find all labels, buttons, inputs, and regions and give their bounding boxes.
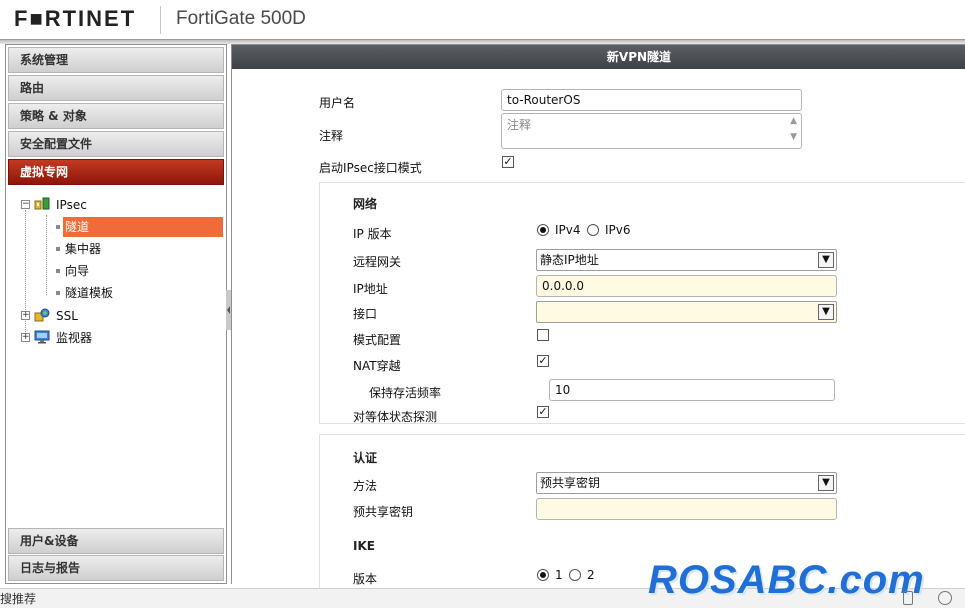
nat-traversal-checkbox[interactable]: ✓ <box>537 355 549 367</box>
expand-monitor-icon[interactable]: + <box>21 333 30 342</box>
chevron-down-icon[interactable]: ▼ <box>818 252 834 268</box>
keepalive-label: 保持存活频率 <box>369 386 442 400</box>
sidebar: 系统管理 路由 策略 & 对象 安全配置文件 虚拟专网 − IPsec 隧道 集… <box>5 44 227 584</box>
header-divider <box>160 6 161 34</box>
nav-log-report[interactable]: 日志与报告 <box>8 555 224 581</box>
mode-config-label: 模式配置 <box>353 333 402 347</box>
header: F■RTINET FortiGate 500D <box>0 0 965 40</box>
remote-gateway-label: 远程网关 <box>353 255 402 269</box>
watermark: ROSABC.com <box>648 558 925 602</box>
ipsec-icon <box>34 197 50 211</box>
ip-address-input[interactable]: 0.0.0.0 <box>536 275 837 297</box>
nav-policy-objects[interactable]: 策略 & 对象 <box>8 103 224 129</box>
network-group: 网络 IP 版本 IPv4 IPv6 远程网关 静态IP地址 ▼ IP地址 0.… <box>319 182 965 424</box>
comment-textarea[interactable]: 注释 ▲ ▼ <box>501 113 802 149</box>
nav-vpn[interactable]: 虚拟专网 <box>8 159 224 185</box>
tree-bullet <box>56 269 60 273</box>
tree-ipsec[interactable]: IPsec <box>56 195 87 215</box>
chevron-down-icon[interactable]: ▼ <box>818 475 834 491</box>
nav-user-device[interactable]: 用户&设备 <box>8 528 224 554</box>
tree-concentrator[interactable]: 集中器 <box>65 239 101 259</box>
chevron-down-icon[interactable]: ▼ <box>818 304 834 320</box>
name-label: 用户名 <box>319 96 356 110</box>
tree-wizard[interactable]: 向导 <box>65 261 89 281</box>
ip-address-label: IP地址 <box>353 282 388 296</box>
tree-bullet <box>56 291 60 295</box>
nav-system[interactable]: 系统管理 <box>8 47 224 73</box>
page-title: 新VPN隧道 <box>232 45 965 69</box>
psk-input[interactable] <box>536 498 837 520</box>
tree-guide <box>25 210 26 340</box>
name-input[interactable]: to-RouterOS <box>501 89 802 111</box>
ipsec-mode-checkbox[interactable]: ✓ <box>502 156 514 168</box>
scroll-down-icon[interactable]: ▼ <box>790 132 797 142</box>
remote-gateway-value: 静态IP地址 <box>540 253 599 267</box>
psk-label: 预共享密钥 <box>353 505 414 519</box>
comment-label: 注释 <box>319 129 344 143</box>
main-panel: 新VPN隧道 用户名 to-RouterOS 注释 注释 ▲ ▼ 启动IPsec… <box>231 44 965 594</box>
ike-v2-label: 2 <box>587 568 595 582</box>
tree-tunnel-templates[interactable]: 隧道模板 <box>65 283 113 303</box>
ipv4-radio[interactable] <box>537 224 549 236</box>
interface-label: 接口 <box>353 307 378 321</box>
ike-version-label: 版本 <box>353 572 378 586</box>
dpd-checkbox[interactable]: ✓ <box>537 406 549 418</box>
app-window: F■RTINET FortiGate 500D 系统管理 路由 策略 & 对象 … <box>0 0 965 608</box>
tree-tunnels[interactable]: 隧道 <box>63 217 223 237</box>
monitor-icon <box>34 330 50 344</box>
ipv4-label: IPv4 <box>555 223 581 237</box>
tree-ssl[interactable]: SSL <box>56 306 78 326</box>
nat-traversal-label: NAT穿越 <box>353 359 401 373</box>
auth-method-select[interactable]: 预共享密钥 ▼ <box>536 472 837 494</box>
ike-v1-radio[interactable] <box>537 569 549 581</box>
tree-guide <box>46 215 47 295</box>
phone-icon[interactable] <box>903 591 913 605</box>
interface-select[interactable]: ▼ <box>536 301 837 323</box>
status-text[interactable]: 搜推荐 <box>0 592 36 606</box>
nav-router[interactable]: 路由 <box>8 75 224 101</box>
device-name: FortiGate 500D <box>176 8 306 29</box>
expand-ipsec-icon[interactable]: − <box>21 200 30 209</box>
fortinet-logo: F■RTINET <box>14 6 137 31</box>
ssl-icon <box>34 308 50 322</box>
refresh-icon[interactable] <box>938 591 952 605</box>
auth-method-label: 方法 <box>353 479 378 493</box>
dpd-label: 对等体状态探测 <box>353 410 438 424</box>
remote-gateway-select[interactable]: 静态IP地址 ▼ <box>536 249 837 271</box>
ipv6-radio[interactable] <box>587 224 599 236</box>
ipv6-label: IPv6 <box>605 223 631 237</box>
nav-security-profiles[interactable]: 安全配置文件 <box>8 131 224 157</box>
mode-config-checkbox[interactable] <box>537 329 549 341</box>
keepalive-input[interactable]: 10 <box>549 379 835 401</box>
tree-bullet <box>56 225 60 229</box>
auth-method-value: 预共享密钥 <box>540 476 601 490</box>
ip-version-label: IP 版本 <box>353 227 392 241</box>
ike-v1-label: 1 <box>555 568 563 582</box>
comment-placeholder: 注释 <box>507 118 532 132</box>
network-title: 网络 <box>353 197 378 211</box>
expand-ssl-icon[interactable]: + <box>21 311 30 320</box>
ike-title: IKE <box>353 539 375 553</box>
ike-v2-radio[interactable] <box>569 569 581 581</box>
tree-monitor[interactable]: 监视器 <box>56 328 92 348</box>
scroll-up-icon[interactable]: ▲ <box>790 116 797 126</box>
auth-title: 认证 <box>353 451 378 465</box>
tree-bullet <box>56 247 60 251</box>
ipsec-mode-label: 启动IPsec接口模式 <box>319 161 422 175</box>
